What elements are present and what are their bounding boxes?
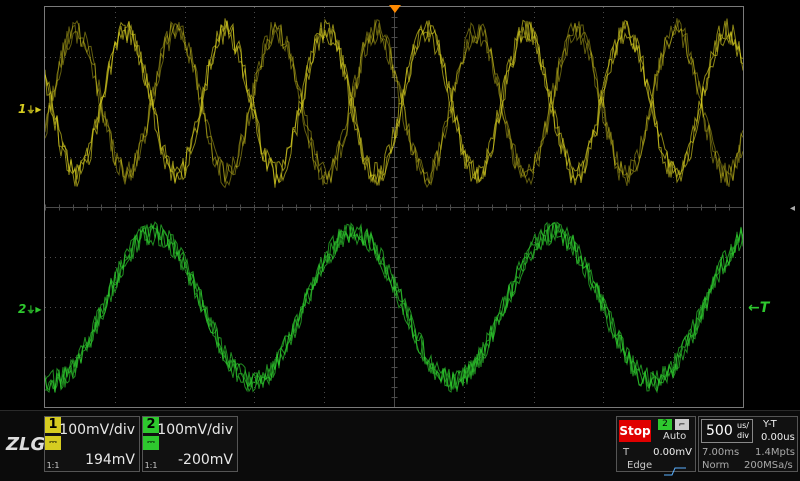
timebase-scale-box[interactable]: 500 us/ div [701,419,753,443]
timebase-mode: Y-T [763,419,777,430]
ch2-vertical-scale: 100mV/div [157,422,233,438]
trigger-mode: Auto [663,431,687,442]
trigger-source: 2 [658,419,672,430]
acquisition-mode: Norm [702,460,730,471]
ch1-probe-ratio: 1:1 [46,461,60,470]
trigger-coupling-icon: ⌐ [675,419,689,430]
trigger-type: Edge [627,460,653,471]
trigger-level-marker[interactable]: ←T [748,300,769,316]
timebase-scale-value: 500 [706,423,733,439]
acquisition-window: 7.00ms [702,447,740,458]
arrow-right-icon: ▸ [35,302,42,316]
timebase-unit-top: us/ [737,421,749,430]
timebase-unit-bottom: div [737,431,750,440]
run-stop-button[interactable]: Stop [619,420,651,442]
arrow-right-icon: ▸ [35,102,42,116]
sample-rate: 200MSa/s [744,460,793,471]
dc-coupling-icon: ⎓ [143,436,159,450]
trigger-level-label: T [759,300,770,316]
ch2-settings-box[interactable]: 2 ⎓ 1:1 100mV/div -200mV [142,416,238,472]
trigger-position-marker[interactable] [389,5,401,13]
chevron-left-icon[interactable]: ◂ [790,203,795,214]
ch2-trace [45,221,743,394]
ch2-offset: -200mV [178,452,233,468]
ch1-offset: 194mV [85,452,135,468]
trigger-panel[interactable]: Stop 2 ⌐ Auto T 0.00mV Edge [616,416,696,476]
timebase-panel[interactable]: 500 us/ div Y-T 0.00us 7.00ms 1.4Mpts No… [698,416,798,472]
ch1-vertical-scale: 100mV/div [59,422,135,438]
waveform-display[interactable] [44,6,744,408]
horizontal-delay: 0.00us [761,432,795,443]
ch2-probe-ratio: 1:1 [144,461,158,470]
trigger-label: T [623,447,630,458]
dc-coupling-icon: ⎓ [45,436,61,450]
trigger-level: 0.00mV [653,447,692,458]
rising-edge-icon [663,461,687,476]
ch1-settings-box[interactable]: 1 ⎓ 1:1 100mV/div 194mV [44,416,140,472]
ch2-offset-marker[interactable]: 2⏚▸ [18,302,41,316]
waveform-traces [45,18,743,394]
ch1-offset-marker[interactable]: 1⏚▸ [18,102,41,116]
memory-depth: 1.4Mpts [755,447,796,458]
logo-text: ZLG [6,434,46,455]
arrow-left-icon: ← [748,300,760,316]
